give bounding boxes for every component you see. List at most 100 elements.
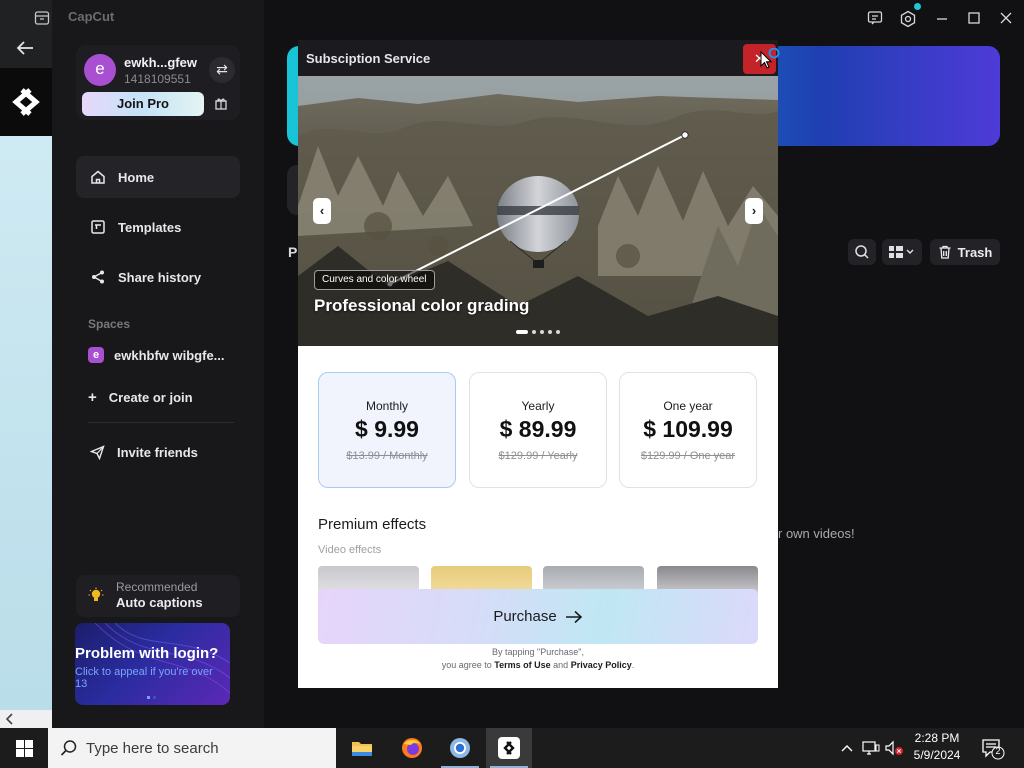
terms-agreement: you agree to Terms of Use and Privacy Po… [298, 660, 778, 670]
templates-icon [90, 219, 106, 235]
carousel-dot[interactable] [532, 330, 536, 334]
login-banner-subtitle[interactable]: Click to appeal if you're over 13 [75, 666, 225, 690]
firefox-icon [401, 737, 423, 759]
sidebar-item-home[interactable]: Home [76, 156, 240, 198]
capcut-icon [498, 737, 520, 759]
login-banner-title: Problem with login? [75, 645, 219, 662]
modal-title: Subsciption Service [306, 51, 431, 66]
plus-icon: + [88, 388, 97, 406]
divider [88, 422, 234, 423]
trash-button[interactable]: Trash [930, 239, 1000, 265]
share-icon [90, 269, 106, 285]
plan-original-price: $129.99 / One year [640, 450, 736, 462]
premium-effects-heading: Premium effects [318, 516, 427, 533]
carousel-dot[interactable] [516, 330, 528, 334]
app-title-text: CapCut [68, 9, 115, 24]
invite-friends-label: Invite friends [117, 444, 198, 460]
sidebar-item-templates[interactable]: Templates [76, 206, 240, 248]
close-window-icon[interactable] [999, 11, 1013, 25]
start-button[interactable] [0, 728, 48, 768]
sidebar-item-share-history[interactable]: Share history [76, 256, 240, 298]
notification-count: 2 [995, 746, 1001, 756]
taskbar-chrome[interactable] [437, 728, 483, 768]
feature-tag: Curves and color wheel [314, 270, 435, 290]
gift-icon[interactable] [214, 96, 228, 110]
background-app-logo [0, 68, 52, 136]
sidebar-item-label: Home [118, 169, 155, 185]
app-title: CapCut [68, 9, 114, 24]
network-icon[interactable] [862, 740, 880, 756]
section-heading: P [288, 244, 298, 260]
lightbulb-icon [88, 587, 104, 605]
minimize-icon[interactable] [935, 10, 949, 26]
terms-suffix: . [631, 660, 635, 670]
notifications-icon[interactable]: 2 [981, 738, 1005, 760]
create-or-join-label: Create or join [108, 389, 193, 405]
recommended-label: Recommended [116, 580, 198, 594]
premium-effects-subheading: Video effects [318, 544, 382, 556]
space-item[interactable]: e ewkhbfw wibgfe... [88, 345, 238, 365]
switch-account-button[interactable]: ⇄ [209, 57, 235, 83]
avatar[interactable]: e [84, 54, 116, 86]
login-help-banner[interactable] [75, 623, 230, 705]
empty-state-text: r own videos! [778, 526, 855, 541]
join-pro-button[interactable]: Join Pro [82, 92, 204, 116]
plan-name: One year [663, 399, 713, 413]
carousel-dot[interactable] [540, 330, 544, 334]
taskbar-capcut[interactable] [486, 728, 532, 768]
plan-card-one-year[interactable]: One year $ 109.99 $129.99 / One year [619, 372, 757, 488]
archive-icon[interactable] [34, 10, 50, 26]
taskbar-file-explorer[interactable] [339, 728, 385, 768]
carousel-prev-button[interactable]: ‹ [313, 198, 331, 224]
carousel-dot[interactable] [548, 330, 552, 334]
mouse-cursor-icon [758, 48, 780, 72]
folder-icon [351, 739, 373, 757]
sidebar-item-label: Templates [118, 219, 182, 235]
home-icon [90, 169, 106, 185]
plan-card-yearly[interactable]: Yearly $ 89.99 $129.99 / Yearly [469, 372, 607, 488]
terms-and: and [550, 660, 571, 670]
terms-line: By tapping "Purchase", [492, 647, 584, 657]
clock-time[interactable]: 2:28 PM [905, 731, 969, 745]
space-name: ewkhbfw wibgfe... [114, 347, 225, 363]
chevron-up-icon[interactable] [840, 742, 854, 754]
search-icon [60, 739, 78, 757]
feedback-icon[interactable] [867, 10, 883, 26]
carousel-pager[interactable] [516, 329, 560, 335]
clock-date[interactable]: 5/9/2024 [905, 748, 969, 762]
feature-title: Professional color grading [314, 296, 530, 315]
plan-name: Monthly [365, 399, 409, 413]
view-toggle-button[interactable] [882, 239, 922, 265]
spaces-heading: Spaces [88, 317, 131, 331]
trash-label: Trash [957, 244, 993, 260]
taskbar-firefox[interactable] [389, 728, 435, 768]
search-placeholder: Type here to search [86, 739, 219, 757]
sidebar-item-label: Share history [118, 269, 202, 285]
plan-price: $ 109.99 [643, 416, 733, 442]
plan-price: $ 9.99 [355, 416, 419, 442]
terms-of-use-link[interactable]: Terms of Use [494, 660, 550, 670]
purchase-button[interactable]: Purchase [318, 589, 758, 644]
maximize-icon[interactable] [967, 11, 981, 25]
invite-friends-button[interactable]: Invite friends [90, 442, 198, 462]
plan-card-monthly[interactable]: Monthly $ 9.99 $13.99 / Monthly [318, 372, 456, 488]
carousel-next-button[interactable]: › [745, 198, 763, 224]
volume-muted-icon[interactable] [884, 740, 904, 756]
plan-price: $ 89.99 [499, 416, 577, 442]
space-badge: e [88, 347, 104, 363]
username: ewkh...gfew [124, 55, 197, 70]
settings-icon[interactable] [899, 10, 917, 28]
purchase-label: Purchase [493, 608, 557, 625]
notification-dot [914, 3, 921, 10]
privacy-policy-link[interactable]: Privacy Policy [571, 660, 632, 670]
carousel-dot[interactable] [556, 330, 560, 334]
user-id: 1418109551 [124, 72, 191, 86]
search-button[interactable] [848, 239, 876, 265]
horizontal-scrollbar[interactable] [0, 710, 52, 728]
plan-name: Yearly [521, 399, 555, 413]
taskbar-search-box[interactable]: Type here to search [48, 728, 336, 768]
create-or-join-button[interactable]: + Create or join [88, 387, 193, 407]
back-arrow-icon[interactable] [15, 40, 35, 56]
trash-icon [938, 245, 952, 259]
background-window-content [0, 136, 52, 710]
